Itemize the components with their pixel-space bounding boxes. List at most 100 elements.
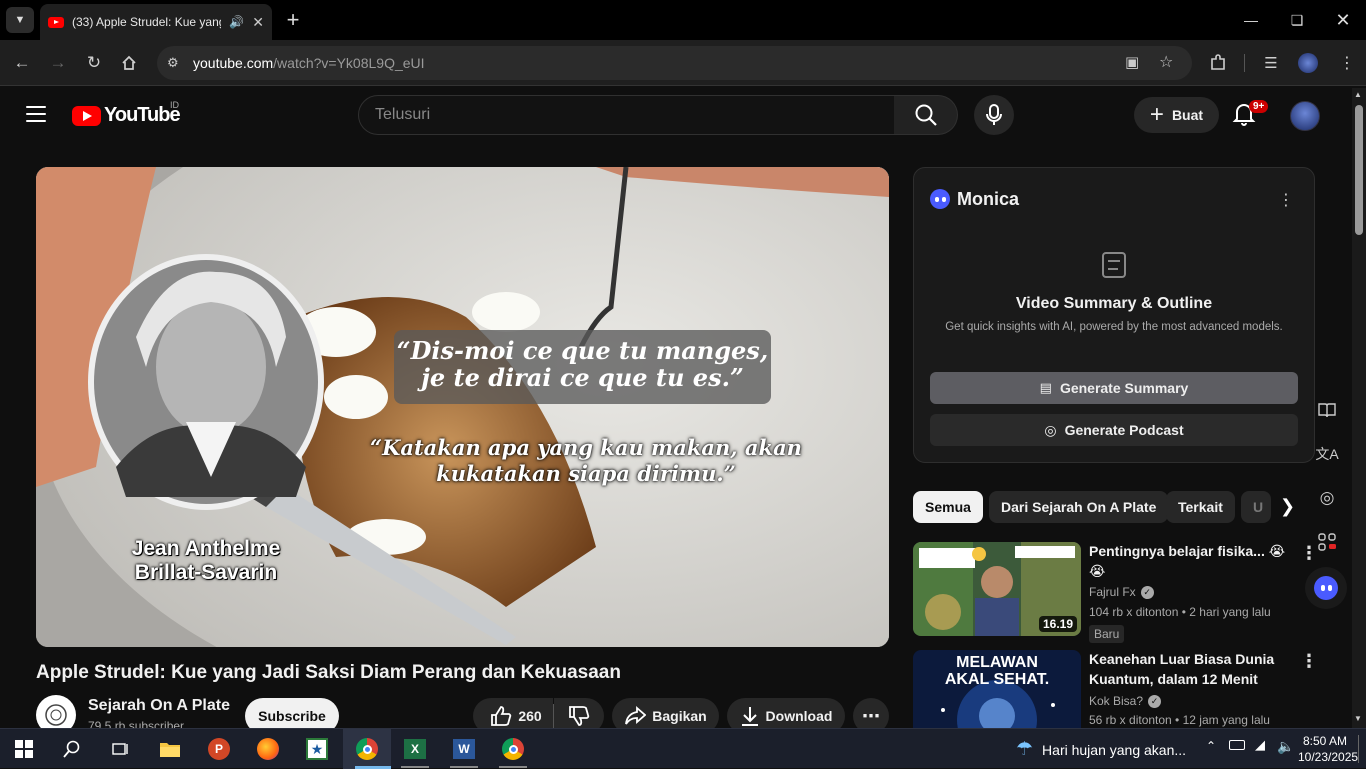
reload-button[interactable]: ↻ [81, 50, 107, 76]
wifi-icon[interactable]: ◢ [1255, 737, 1265, 753]
scroll-up-icon[interactable]: ▲ [1354, 90, 1362, 99]
microphone-icon [986, 104, 1002, 125]
bookmark-star-icon[interactable]: ☆ [1159, 52, 1173, 72]
new-badge: Baru [1089, 625, 1125, 643]
recommendation-menu-icon[interactable]: ⋮ [1300, 651, 1318, 672]
restore-button[interactable]: ❏ [1274, 0, 1320, 40]
chip-from-channel[interactable]: Dari Sejarah On A Plate [989, 491, 1169, 523]
generate-summary-label: Generate Summary [1059, 380, 1189, 396]
start-button[interactable] [6, 735, 42, 763]
tab-close-icon[interactable]: ✕ [252, 14, 264, 31]
taskbar-search-button[interactable] [54, 735, 90, 763]
profile-avatar[interactable] [1298, 53, 1318, 73]
youtube-logo-text: YouTube [104, 104, 181, 126]
word-button[interactable]: W [446, 735, 482, 763]
rail-monica-icon[interactable] [1305, 567, 1347, 609]
task-view-button[interactable] [102, 735, 138, 763]
video-overlay-name: Jean Anthelme Brillat-Savarin [76, 537, 336, 585]
clock-date: 10/23/2025 [1298, 750, 1359, 764]
tab-title: (33) Apple Strudel: Kue yang Jadi Saksi … [72, 15, 221, 29]
toolbar-divider [1244, 54, 1245, 72]
voice-search-button[interactable] [974, 95, 1014, 135]
volume-icon[interactable]: 🔈 [1277, 738, 1294, 755]
recommendation-channel[interactable]: Fajrul Fx ✓ [1089, 585, 1154, 599]
scrollbar-thumb[interactable] [1355, 105, 1363, 235]
youtube-play-icon [72, 105, 101, 126]
generate-summary-button[interactable]: ▤ Generate Summary [930, 372, 1298, 404]
forward-button[interactable]: → [45, 50, 71, 76]
address-bar[interactable]: ⚙ youtube.com/watch?v=Yk08L9Q_eUI ▣ ☆ [157, 46, 1192, 80]
recommendation-title[interactable]: Pentingnya belajar fisika... 😭😭 [1089, 541, 1295, 581]
search-icon [915, 104, 937, 126]
tray-chevron-up-icon[interactable]: ⌃ [1206, 739, 1216, 753]
firefox-button[interactable] [250, 735, 286, 763]
channel-name[interactable]: Sejarah On A Plate [88, 697, 230, 715]
rail-podcast-icon[interactable]: ◎ [1307, 480, 1347, 516]
tab-search-button[interactable]: ▼ [6, 7, 34, 33]
youtube-logo[interactable]: YouTube [72, 104, 181, 127]
create-button[interactable]: + Buat [1134, 97, 1219, 133]
excel-button[interactable]: X [397, 735, 433, 763]
new-tab-button[interactable]: + [282, 8, 304, 32]
browser-toolbar: ← → ↻ ⚙ youtube.com/watch?v=Yk08L9Q_eUI … [0, 40, 1366, 86]
search-input[interactable]: Telusuri [358, 95, 895, 135]
file-explorer-button[interactable] [152, 735, 188, 763]
chrome-profile-button[interactable] [495, 735, 531, 763]
windows-taskbar: P ★ X W ☂ Hari hujan yang akan... ⌃ ◢ 🔈 … [0, 728, 1366, 769]
download-icon [741, 707, 758, 726]
task-view-icon [112, 743, 128, 755]
generate-podcast-button[interactable]: ◎ Generate Podcast [930, 414, 1298, 446]
monica-logo-icon [930, 189, 950, 209]
browser-tab-active[interactable]: (33) Apple Strudel: Kue yang Jadi Saksi … [40, 4, 272, 40]
rain-umbrella-icon: ☂ [1016, 739, 1034, 760]
weather-text: Hari hujan yang akan... [1042, 741, 1187, 758]
account-avatar[interactable] [1290, 101, 1320, 131]
minimize-button[interactable]: — [1228, 0, 1274, 40]
verified-check-icon: ✓ [1148, 694, 1162, 708]
monica-subtitle: Get quick insights with AI, powered by t… [945, 321, 1283, 333]
media-control-button[interactable]: ☰ [1258, 50, 1284, 76]
recommendation-title[interactable]: Keanehan Luar Biasa Dunia Kuantum, dalam… [1089, 649, 1295, 689]
site-info-icon[interactable]: ⚙ [167, 55, 179, 71]
speaker-icon[interactable]: 🔊 [229, 15, 244, 29]
rail-reader-icon[interactable] [1307, 392, 1347, 428]
browser-menu-button[interactable]: ⋮ [1334, 50, 1360, 76]
weather-widget[interactable]: ☂ Hari hujan yang akan... [1016, 738, 1186, 761]
clock[interactable]: 8:50 AM 10/23/2025 [1298, 733, 1359, 765]
notification-center-button[interactable] [1358, 735, 1364, 763]
chrome-icon [356, 738, 378, 760]
home-button[interactable] [116, 50, 142, 76]
thumbs-down-icon [569, 706, 590, 726]
chip-all[interactable]: Semua [913, 491, 983, 523]
rail-apps-icon[interactable] [1307, 524, 1347, 560]
close-window-button[interactable]: ✕ [1320, 0, 1366, 40]
thumbs-up-icon [491, 706, 512, 726]
monica-more-icon[interactable]: ⋮ [1278, 190, 1294, 210]
install-app-icon[interactable]: ▣ [1125, 53, 1139, 71]
search-button[interactable] [894, 95, 958, 135]
like-count: 260 [518, 708, 542, 724]
home-icon [122, 55, 136, 70]
battery-icon[interactable] [1229, 740, 1245, 750]
overlay-name-line-2: Brillat-Savarin [134, 561, 278, 584]
podcast-icon: ◎ [1044, 421, 1057, 438]
video-player[interactable]: “Dis-moi ce que tu manges, je te dirai c… [36, 167, 889, 647]
scroll-down-icon[interactable]: ▼ [1354, 714, 1362, 723]
guide-menu-button[interactable] [26, 106, 46, 122]
browser-tab-strip: ▼ (33) Apple Strudel: Kue yang Jadi Saks… [0, 0, 1366, 40]
chip-related[interactable]: Terkait [1166, 491, 1235, 523]
quote-fr-line-2: je te dirai ce que tu es.” [421, 363, 744, 392]
chrome-button-active[interactable] [349, 735, 385, 763]
powerpoint-button[interactable]: P [201, 735, 237, 763]
back-button[interactable]: ← [9, 50, 35, 76]
url-path: /watch?v=Yk08L9Q_eUI [273, 55, 425, 71]
monica-heading: Video Summary & Outline [1015, 295, 1213, 312]
chip-more[interactable]: U [1241, 491, 1271, 523]
rail-translate-icon[interactable]: 文A [1307, 436, 1347, 472]
document-sparkle-icon [1102, 252, 1126, 278]
recommendation-thumbnail[interactable]: 16.19 [913, 542, 1081, 636]
recommendation-channel[interactable]: Kok Bisa? ✓ [1089, 694, 1162, 708]
photos-app-button[interactable]: ★ [299, 735, 335, 763]
chips-next-icon[interactable]: ❯ [1280, 496, 1295, 517]
extensions-button[interactable] [1205, 50, 1231, 76]
